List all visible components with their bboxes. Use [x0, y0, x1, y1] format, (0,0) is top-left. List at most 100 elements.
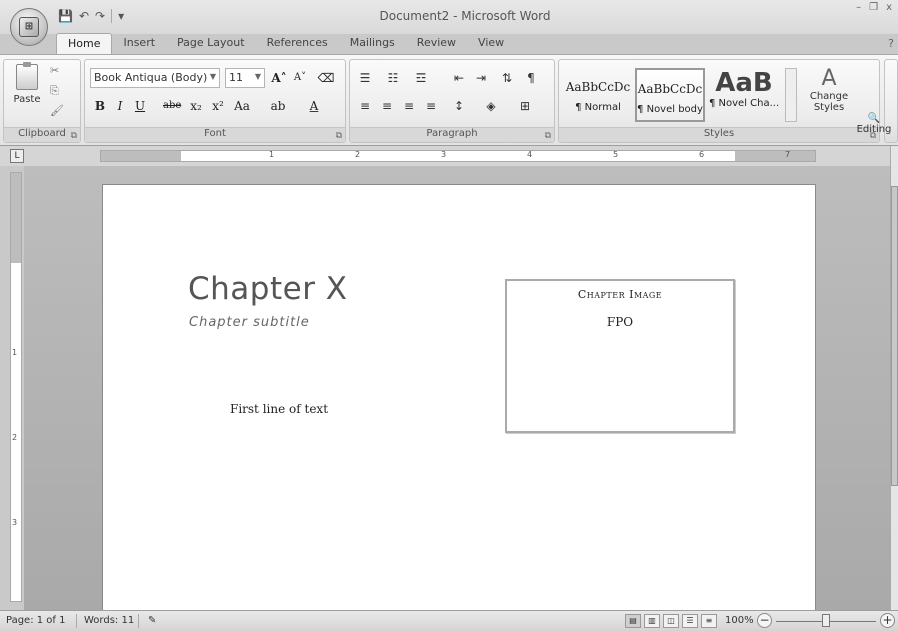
draft-icon[interactable]: ≡ [701, 614, 717, 628]
underline-button[interactable]: U [131, 96, 149, 116]
ruler-number: 2 [12, 433, 18, 442]
clipboard-group: Paste ✂ ⎘ 🖌 Clipboard ⧉ [3, 59, 81, 143]
zoom-level[interactable]: 100% [725, 615, 754, 626]
office-button[interactable]: ⊞ [10, 8, 48, 46]
zoom-in-icon[interactable]: + [880, 613, 895, 628]
tab-home[interactable]: Home [56, 33, 113, 55]
vertical-scrollbar[interactable] [890, 146, 898, 610]
zoom-slider-thumb[interactable] [822, 614, 830, 627]
scrollbar-thumb[interactable] [891, 186, 898, 486]
style-name: ¶ Normal [575, 102, 621, 113]
editing-label: Editing [856, 124, 892, 135]
cut-icon[interactable]: ✂ [50, 64, 59, 77]
italic-button[interactable]: I [111, 96, 129, 116]
shading-icon[interactable]: ◈ [482, 96, 500, 116]
paragraph-launcher-icon[interactable]: ⧉ [545, 131, 551, 141]
zoom-out-icon[interactable]: − [757, 613, 772, 628]
customize-qat-icon[interactable]: ▾ [118, 9, 124, 23]
style-name: ¶ Novel body [637, 104, 703, 115]
change-case-button[interactable]: Aa [233, 96, 251, 116]
view-buttons: ▤ ▥ ◫ ☰ ≡ [625, 614, 717, 628]
font-launcher-icon[interactable]: ⧉ [336, 131, 342, 141]
chapter-title[interactable]: Chapter X [188, 271, 348, 307]
style-sample: AaB [715, 68, 773, 98]
horizontal-ruler[interactable]: 1 2 3 4 5 6 7 [100, 150, 816, 162]
editing-button[interactable]: 🔍 Editing [854, 113, 894, 135]
first-line-text[interactable]: First line of text [230, 402, 328, 416]
tab-insert[interactable]: Insert [112, 33, 166, 55]
shrink-font-button[interactable]: A˅ [291, 68, 309, 88]
tab-stop-selector[interactable]: L [10, 149, 24, 163]
format-painter-icon[interactable]: 🖌 [50, 104, 64, 117]
chapter-image-frame[interactable]: Chapter Image FPO [505, 279, 735, 433]
status-separator [76, 614, 77, 628]
justify-icon[interactable]: ≡ [422, 96, 440, 116]
numbering-icon[interactable]: ☷ [384, 68, 402, 88]
qat-separator [111, 9, 113, 23]
copy-icon[interactable]: ⎘ [50, 84, 59, 98]
show-marks-icon[interactable]: ¶ [522, 68, 540, 88]
style-novel-body[interactable]: AaBbCcDc ¶ Novel body [635, 68, 705, 122]
ruler-left-margin [101, 151, 181, 161]
minimize-icon[interactable]: – [856, 2, 861, 13]
font-size-field[interactable]: 11 ▼ [225, 68, 265, 88]
bullets-icon[interactable]: ☰ [356, 68, 374, 88]
styles-group-label: Styles [559, 127, 879, 142]
increase-indent-icon[interactable]: ⇥ [472, 68, 490, 88]
change-styles-label: Change Styles [809, 91, 849, 113]
tab-references[interactable]: References [256, 33, 339, 55]
paste-button[interactable]: Paste [10, 62, 44, 105]
page-count[interactable]: Page: 1 of 1 [6, 615, 65, 626]
find-icon: 🔍 [867, 113, 881, 124]
superscript-button[interactable]: x² [209, 96, 227, 116]
font-color-icon[interactable]: A [305, 96, 323, 116]
clear-formatting-icon[interactable]: ⌫ [317, 68, 335, 88]
bold-button[interactable]: B [91, 96, 109, 116]
save-icon[interactable]: 💾 [58, 9, 73, 23]
status-separator [138, 614, 139, 628]
outline-icon[interactable]: ☰ [682, 614, 698, 628]
close-icon[interactable]: x [886, 2, 892, 13]
proofing-icon[interactable]: ✎ [148, 615, 156, 626]
ruler-number: 6 [699, 150, 705, 159]
sort-icon[interactable]: ⇅ [498, 68, 516, 88]
tab-view[interactable]: View [467, 33, 515, 55]
multilevel-list-icon[interactable]: ☲ [412, 68, 430, 88]
tab-mailings[interactable]: Mailings [339, 33, 406, 55]
chapter-image-caption: Chapter Image [577, 288, 663, 301]
highlight-icon[interactable]: ab [269, 96, 287, 116]
style-sample: AaBbCcDc [565, 80, 631, 94]
align-left-icon[interactable]: ≡ [356, 96, 374, 116]
help-icon[interactable]: ? [888, 37, 894, 50]
ruler-number: 3 [441, 150, 447, 159]
ruler-right-margin [735, 151, 815, 161]
tab-review[interactable]: Review [406, 33, 467, 55]
undo-icon[interactable]: ↶ [79, 9, 89, 23]
strikethrough-button[interactable]: abe [163, 96, 181, 116]
full-screen-reading-icon[interactable]: ▥ [644, 614, 660, 628]
chapter-subtitle[interactable]: Chapter subtitle [189, 315, 310, 330]
decrease-indent-icon[interactable]: ⇤ [450, 68, 468, 88]
change-styles-button[interactable]: A Change Styles [799, 66, 859, 113]
print-layout-icon[interactable]: ▤ [625, 614, 641, 628]
web-layout-icon[interactable]: ◫ [663, 614, 679, 628]
grow-font-button[interactable]: A˄ [270, 68, 288, 88]
restore-icon[interactable]: ❐ [869, 2, 878, 13]
document-page[interactable]: Chapter X Chapter subtitle First line of… [102, 184, 816, 614]
redo-icon[interactable]: ↷ [95, 9, 105, 23]
line-spacing-icon[interactable]: ↕ [450, 96, 468, 116]
font-name-field[interactable]: Book Antiqua (Body) ▼ [90, 68, 220, 88]
style-novel-chapter[interactable]: AaB ¶ Novel Cha... [709, 68, 779, 122]
word-count[interactable]: Words: 11 [84, 615, 134, 626]
style-normal[interactable]: AaBbCcDc ¶ Normal [563, 68, 633, 122]
clipboard-group-label: Clipboard [4, 127, 80, 142]
clipboard-launcher-icon[interactable]: ⧉ [71, 131, 77, 141]
window-title: Document2 - Microsoft Word [379, 9, 551, 23]
tab-page-layout[interactable]: Page Layout [166, 33, 256, 55]
align-center-icon[interactable]: ≡ [378, 96, 396, 116]
borders-icon[interactable]: ⊞ [516, 96, 534, 116]
subscript-button[interactable]: x₂ [187, 96, 205, 116]
align-right-icon[interactable]: ≡ [400, 96, 418, 116]
vertical-ruler[interactable]: 1 2 3 [10, 172, 22, 602]
styles-gallery-scroll[interactable] [785, 68, 797, 122]
